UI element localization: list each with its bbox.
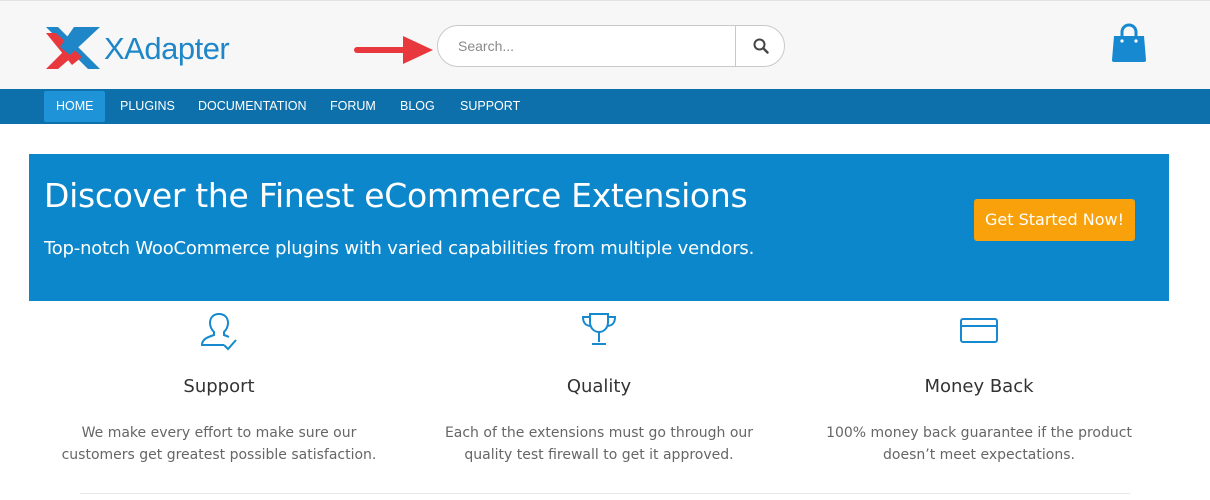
search-box	[437, 25, 785, 67]
nav-item-blog[interactable]: BLOG	[388, 91, 447, 122]
hero-subtitle: Top-notch WooCommerce plugins with varie…	[44, 238, 755, 259]
search-icon	[753, 38, 769, 54]
feature-description: 100% money back guarantee if the product…	[826, 425, 1132, 463]
trophy-icon	[581, 313, 617, 345]
credit-card-icon	[960, 318, 998, 343]
feature-title: Support	[183, 376, 255, 397]
nav-item-forum[interactable]: FORUM	[318, 91, 388, 122]
site-header: XAdapter	[0, 0, 1210, 89]
main-nav: HOME PLUGINS DOCUMENTATION FORUM BLOG SU…	[0, 89, 1210, 124]
logo-text: XAdapter	[104, 31, 230, 66]
user-check-icon	[200, 313, 237, 351]
nav-item-plugins[interactable]: PLUGINS	[108, 91, 187, 122]
nav-item-documentation[interactable]: DOCUMENTATION	[186, 91, 319, 122]
search-input[interactable]	[438, 26, 734, 66]
section-divider	[80, 493, 1130, 494]
hero-banner: Discover the Finest eCommerce Extensions…	[29, 154, 1169, 301]
feature-money-back: Money Back 100% money back guarantee if …	[789, 308, 1169, 466]
feature-title: Money Back	[924, 376, 1034, 397]
nav-item-home[interactable]: HOME	[44, 91, 105, 122]
feature-quality: Quality Each of the extensions must go t…	[409, 308, 789, 466]
feature-title: Quality	[566, 376, 632, 397]
xadapter-logo-icon	[46, 27, 100, 69]
feature-description: We make every effort to make sure our cu…	[61, 425, 377, 463]
search-button[interactable]	[735, 26, 784, 66]
nav-item-support[interactable]: SUPPORT	[448, 91, 532, 122]
hero-title: Discover the Finest eCommerce Extensions	[44, 176, 748, 215]
get-started-button[interactable]: Get Started Now!	[974, 199, 1135, 241]
feature-support: Support We make every effort to make sur…	[29, 308, 409, 466]
site-logo[interactable]: XAdapter	[44, 25, 254, 71]
feature-description: Each of the extensions must go through o…	[444, 425, 754, 463]
red-arrow-icon	[354, 36, 433, 64]
shopping-bag-icon[interactable]	[1110, 23, 1148, 63]
